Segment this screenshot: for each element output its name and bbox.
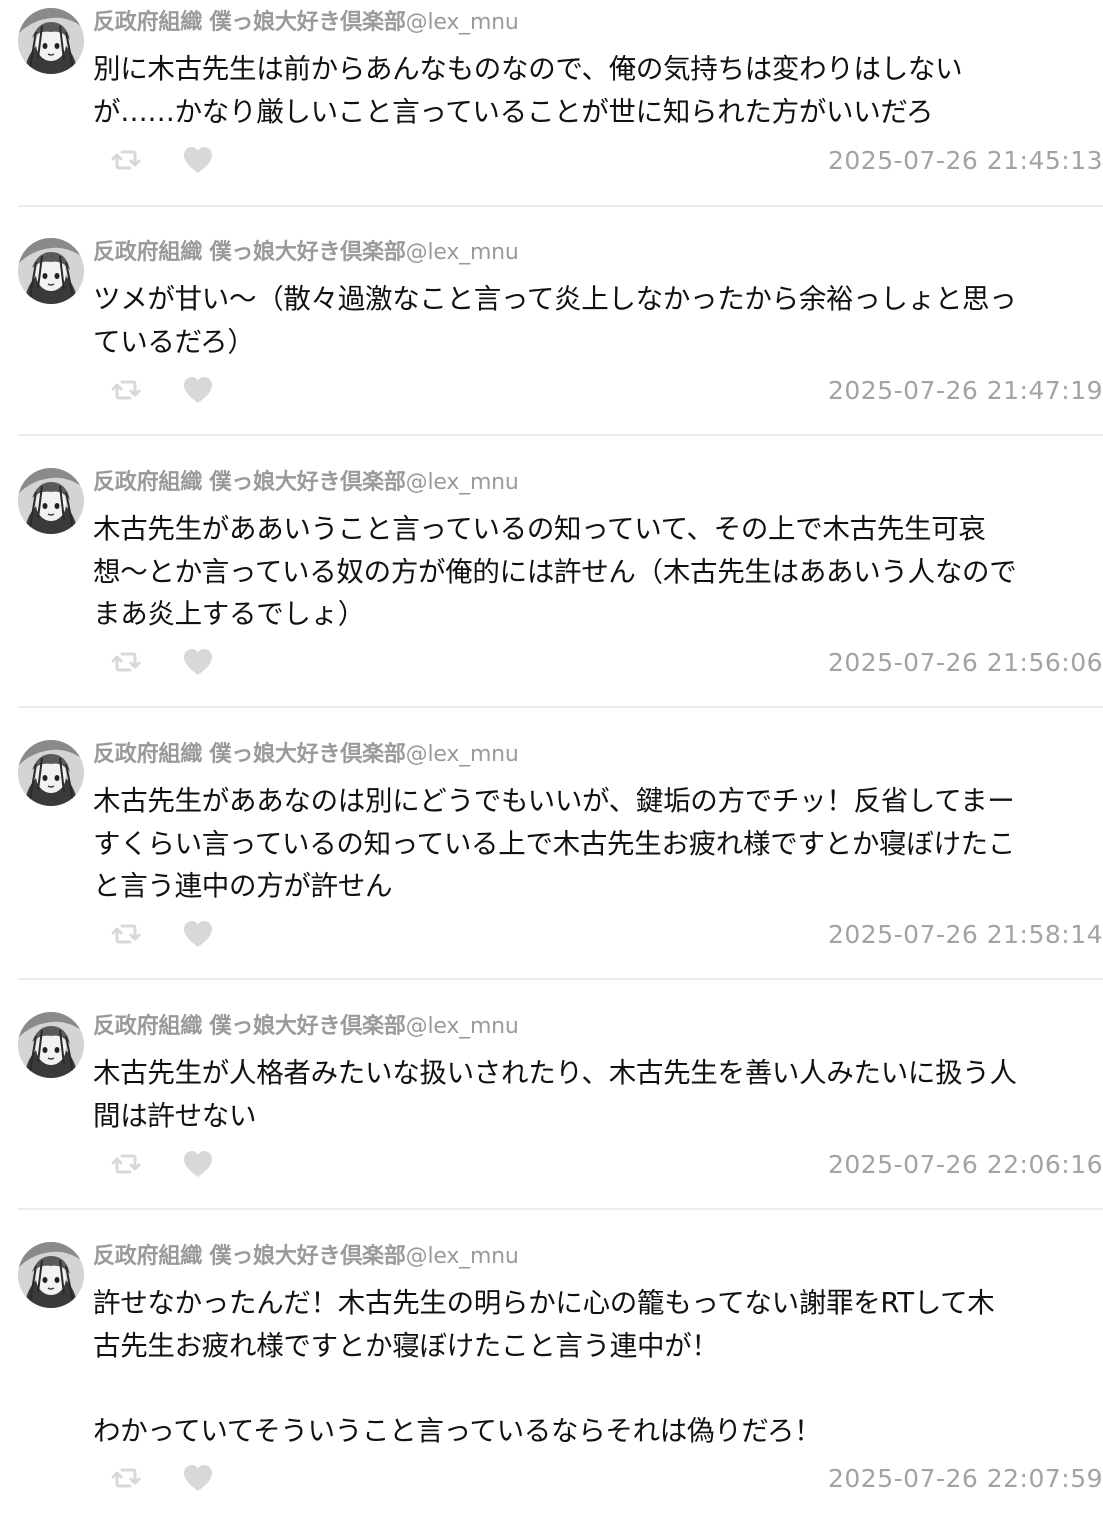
- retweet-icon[interactable]: [108, 644, 144, 680]
- post-timestamp: 2025-07-26 21:58:14: [827, 920, 1103, 949]
- avatar[interactable]: [18, 1012, 84, 1078]
- avatar[interactable]: [18, 8, 84, 74]
- post-text-line: すくらい言っているの知っている上で木古先生お疲れ様ですとか寝ぼけたこ: [93, 827, 1016, 860]
- post-item: 反政府組織 僕っ娘大好き倶楽部@lex_mnu ツメが甘い〜（散々過激なこと言っ…: [0, 234, 1103, 434]
- author-handle[interactable]: @lex_mnu: [406, 470, 519, 495]
- post-header: 反政府組織 僕っ娘大好き倶楽部@lex_mnu: [93, 1010, 519, 1044]
- author-name[interactable]: 反政府組織 僕っ娘大好き倶楽部: [93, 10, 406, 35]
- post-text-line: 古先生お疲れ様ですとか寝ぼけたこと言う連中が！: [93, 1329, 719, 1362]
- post-text-line: 別に木古先生は前からあんなものなので、俺の気持ちは変わりはしない: [93, 53, 963, 85]
- post-text-line: 間は許せない: [93, 1099, 257, 1132]
- post-text-line: 想〜とか言っている奴の方が俺的には許せん（木古先生はああいう人なので: [93, 555, 1017, 588]
- retweet-icon[interactable]: [108, 372, 144, 408]
- author-handle[interactable]: @lex_mnu: [406, 1244, 519, 1269]
- avatar[interactable]: [18, 740, 84, 806]
- post-divider: [18, 978, 1103, 980]
- post-text-line: と言う連中の方が許せん: [93, 870, 393, 902]
- post-header: 反政府組織 僕っ娘大好き倶楽部@lex_mnu: [93, 466, 519, 500]
- post-text: 木古先生がああなのは別にどうでもいいが、鍵垢の方でチッ！反省してまー すくらい言…: [93, 780, 1103, 908]
- post-text-line: 許せなかったんだ！木古先生の明らかに心の籠もってない謝罪をRTして木: [93, 1287, 995, 1319]
- heart-icon[interactable]: [180, 1460, 216, 1496]
- retweet-icon[interactable]: [108, 142, 144, 178]
- post-actions: [108, 1460, 228, 1496]
- post-text-line: ているだろ）: [93, 325, 255, 358]
- author-name[interactable]: 反政府組織 僕っ娘大好き倶楽部: [93, 470, 406, 495]
- post-header: 反政府組織 僕っ娘大好き倶楽部@lex_mnu: [93, 236, 519, 270]
- post-timestamp: 2025-07-26 22:06:16: [827, 1150, 1103, 1179]
- post-divider: [18, 434, 1103, 436]
- post-divider: [18, 1208, 1103, 1210]
- post-text-line: ツメが甘い〜（散々過激なこと言って炎上しなかったから余裕っしょと思っ: [93, 283, 1017, 315]
- post-text-line: 木古先生がああいうこと言っているの知っていて、その上で木古先生可哀: [93, 513, 986, 545]
- post-text: 木古先生が人格者みたいな扱いされたり、木古先生を善い人みたいに扱う人 間は許せな…: [93, 1052, 1103, 1137]
- heart-icon[interactable]: [180, 372, 216, 408]
- heart-icon[interactable]: [180, 142, 216, 178]
- post-header: 反政府組織 僕っ娘大好き倶楽部@lex_mnu: [93, 738, 519, 772]
- post-text-line: わかっていてそういうこと言っているならそれは偽りだろ！: [93, 1414, 822, 1447]
- post-item: 反政府組織 僕っ娘大好き倶楽部@lex_mnu 木古先生が人格者みたいな扱いされ…: [0, 1008, 1103, 1208]
- post-text: 許せなかったんだ！木古先生の明らかに心の籠もってない謝罪をRTして木 古先生お疲…: [93, 1282, 1103, 1452]
- author-handle[interactable]: @lex_mnu: [406, 10, 519, 35]
- post-actions: [108, 644, 228, 680]
- avatar[interactable]: [18, 238, 84, 304]
- post-item: 反政府組織 僕っ娘大好き倶楽部@lex_mnu 木古先生がああなのは別にどうでも…: [0, 736, 1103, 976]
- author-name[interactable]: 反政府組織 僕っ娘大好き倶楽部: [93, 1014, 406, 1039]
- post-divider: [18, 205, 1103, 207]
- post-timestamp: 2025-07-26 21:45:13: [827, 146, 1103, 175]
- post-divider: [18, 706, 1103, 708]
- post-header: 反政府組織 僕っ娘大好き倶楽部@lex_mnu: [93, 1240, 519, 1274]
- retweet-icon[interactable]: [108, 1460, 144, 1496]
- post-item: 反政府組織 僕っ娘大好き倶楽部@lex_mnu 木古先生がああいうこと言っている…: [0, 464, 1103, 704]
- post-text: 別に木古先生は前からあんなものなので、俺の気持ちは変わりはしない が……かなり厳…: [93, 48, 1103, 133]
- post-actions: [108, 372, 228, 408]
- avatar[interactable]: [18, 1242, 84, 1308]
- heart-icon[interactable]: [180, 1146, 216, 1182]
- heart-icon[interactable]: [180, 644, 216, 680]
- retweet-icon[interactable]: [108, 916, 144, 952]
- post-header: 反政府組織 僕っ娘大好き倶楽部@lex_mnu: [93, 6, 519, 40]
- post-actions: [108, 916, 228, 952]
- post-text-line: 木古先生が人格者みたいな扱いされたり、木古先生を善い人みたいに扱う人: [93, 1057, 1017, 1089]
- post-text-blank-line: [93, 1367, 1103, 1410]
- avatar[interactable]: [18, 468, 84, 534]
- post-text: ツメが甘い〜（散々過激なこと言って炎上しなかったから余裕っしょと思っ ているだろ…: [93, 278, 1103, 363]
- post-feed: 反政府組織 僕っ娘大好き倶楽部@lex_mnu 別に木古先生は前からあんなものな…: [0, 0, 1103, 1520]
- heart-icon[interactable]: [180, 916, 216, 952]
- post-text-line: 木古先生がああなのは別にどうでもいいが、鍵垢の方でチッ！反省してまー: [93, 785, 1015, 817]
- author-handle[interactable]: @lex_mnu: [406, 742, 519, 767]
- author-name[interactable]: 反政府組織 僕っ娘大好き倶楽部: [93, 742, 406, 767]
- post-timestamp: 2025-07-26 22:07:59: [827, 1464, 1103, 1493]
- retweet-icon[interactable]: [108, 1146, 144, 1182]
- author-handle[interactable]: @lex_mnu: [406, 240, 519, 265]
- post-item: 反政府組織 僕っ娘大好き倶楽部@lex_mnu 許せなかったんだ！木古先生の明ら…: [0, 1238, 1103, 1520]
- post-actions: [108, 1146, 228, 1182]
- author-handle[interactable]: @lex_mnu: [406, 1014, 519, 1039]
- post-text-line: まあ炎上するでしょ）: [93, 598, 365, 630]
- post-timestamp: 2025-07-26 21:56:06: [827, 648, 1103, 677]
- post-text: 木古先生がああいうこと言っているの知っていて、その上で木古先生可哀 想〜とか言っ…: [93, 508, 1103, 636]
- author-name[interactable]: 反政府組織 僕っ娘大好き倶楽部: [93, 1244, 406, 1269]
- post-actions: [108, 142, 228, 178]
- post-item: 反政府組織 僕っ娘大好き倶楽部@lex_mnu 別に木古先生は前からあんなものな…: [0, 4, 1103, 204]
- post-timestamp: 2025-07-26 21:47:19: [827, 376, 1103, 405]
- post-text-line: が……かなり厳しいこと言っていることが世に知られた方がいいだろ: [93, 95, 934, 128]
- author-name[interactable]: 反政府組織 僕っ娘大好き倶楽部: [93, 240, 406, 265]
